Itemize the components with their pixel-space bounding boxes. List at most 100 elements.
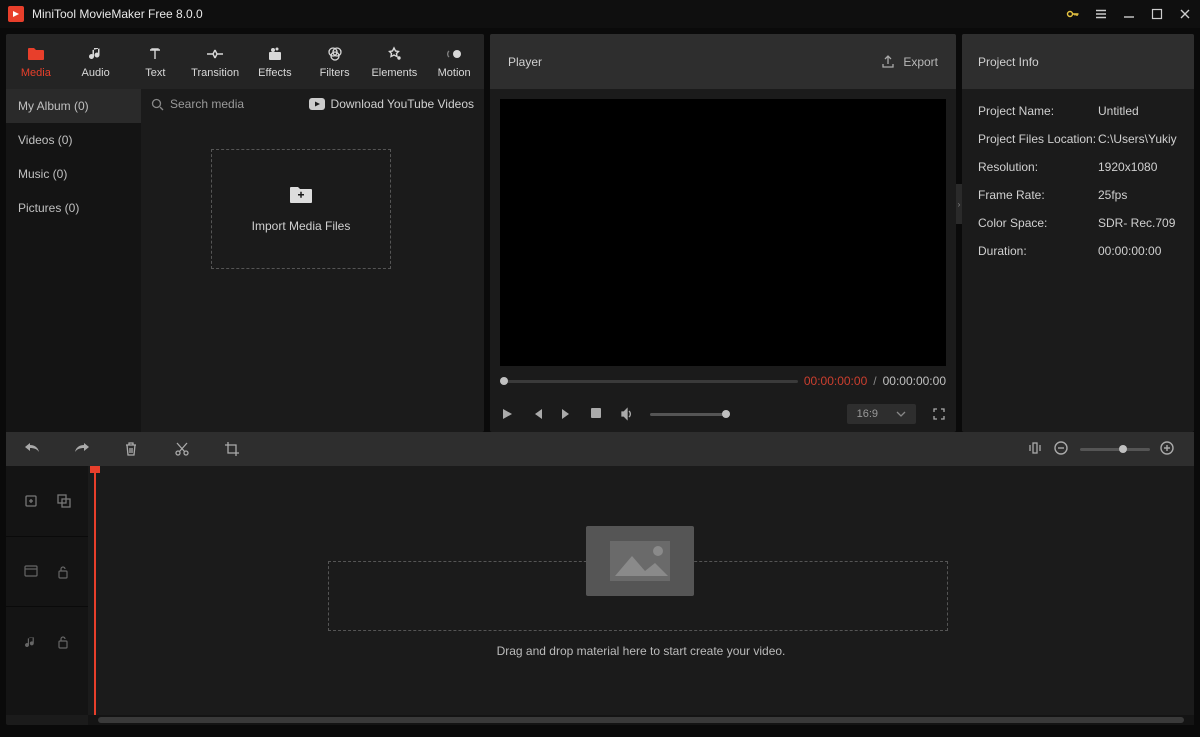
- info-value: 1920x1080: [1098, 160, 1157, 174]
- timeline-track-headers: [6, 466, 88, 715]
- search-icon: [151, 98, 164, 111]
- info-label: Duration:: [978, 244, 1098, 258]
- play-icon[interactable]: [500, 407, 514, 421]
- redo-icon[interactable]: [74, 441, 90, 457]
- search-placeholder: Search media: [170, 97, 244, 111]
- lock-icon[interactable]: [57, 565, 71, 579]
- tab-audio[interactable]: Audio: [66, 34, 126, 89]
- sidebar-item-my-album[interactable]: My Album (0): [6, 89, 141, 123]
- prev-frame-icon[interactable]: [530, 407, 544, 421]
- folder-plus-icon: [289, 185, 313, 205]
- zoom-fit-icon[interactable]: [1028, 441, 1044, 457]
- import-label: Import Media Files: [252, 219, 351, 233]
- player-panel: Player Export 00:00:00:00 / 00:00:00:00 …: [490, 34, 956, 432]
- media-panel: Media Audio Text Transition Effects Filt…: [6, 34, 484, 432]
- zoom-out-icon[interactable]: [1054, 441, 1070, 457]
- sidebar-item-music[interactable]: Music (0): [6, 157, 141, 191]
- key-icon[interactable]: [1066, 7, 1080, 21]
- info-label: Color Space:: [978, 216, 1098, 230]
- download-youtube-label: Download YouTube Videos: [331, 97, 474, 111]
- tab-media[interactable]: Media: [6, 34, 66, 89]
- export-button[interactable]: Export: [881, 55, 938, 69]
- crop-icon[interactable]: [224, 441, 240, 457]
- effects-icon: [266, 45, 284, 63]
- delete-icon[interactable]: [124, 441, 140, 457]
- info-label: Resolution:: [978, 160, 1098, 174]
- info-value: 00:00:00:00: [1098, 244, 1161, 258]
- tab-label: Audio: [82, 67, 110, 79]
- text-icon: [146, 45, 164, 63]
- tab-bar: Media Audio Text Transition Effects Filt…: [6, 34, 484, 89]
- timeline-scrollbar[interactable]: [88, 715, 1194, 725]
- tab-label: Media: [21, 67, 51, 79]
- stop-icon[interactable]: [590, 407, 604, 421]
- fullscreen-icon[interactable]: [932, 407, 946, 421]
- next-frame-icon[interactable]: [560, 407, 574, 421]
- project-info-panel: › Project Info Project Name:Untitled Pro…: [962, 34, 1194, 432]
- titlebar: MiniTool MovieMaker Free 8.0.0: [0, 0, 1200, 28]
- add-track-icon[interactable]: [24, 494, 38, 508]
- playhead[interactable]: [94, 466, 96, 715]
- overlay-icon[interactable]: [57, 494, 71, 508]
- elements-icon: [385, 45, 403, 63]
- audio-track-icon[interactable]: [24, 635, 38, 649]
- import-media-button[interactable]: Import Media Files: [211, 149, 391, 269]
- current-time: 00:00:00:00: [804, 374, 867, 388]
- export-icon: [881, 55, 895, 69]
- total-time: 00:00:00:00: [883, 374, 946, 388]
- folder-icon: [27, 45, 45, 63]
- tab-label: Effects: [258, 67, 291, 79]
- youtube-icon: [309, 98, 325, 110]
- sidebar-item-pictures[interactable]: Pictures (0): [6, 191, 141, 225]
- zoom-slider[interactable]: [1080, 448, 1150, 451]
- player-title: Player: [508, 55, 881, 69]
- maximize-icon[interactable]: [1150, 7, 1164, 21]
- timeline-panel: Drag and drop material here to start cre…: [6, 432, 1194, 725]
- download-youtube-button[interactable]: Download YouTube Videos: [309, 97, 474, 111]
- info-value: C:\Users\Yukiy: [1098, 132, 1177, 146]
- collapse-panel-icon[interactable]: ›: [956, 184, 962, 224]
- tab-effects[interactable]: Effects: [245, 34, 305, 89]
- motion-icon: [445, 45, 463, 63]
- video-track-icon[interactable]: [24, 565, 38, 579]
- tab-label: Motion: [438, 67, 471, 79]
- search-input[interactable]: Search media: [151, 97, 299, 111]
- menu-icon[interactable]: [1094, 7, 1108, 21]
- info-value: Untitled: [1098, 104, 1139, 118]
- time-separator: /: [873, 374, 876, 388]
- volume-slider[interactable]: [650, 413, 730, 416]
- player-progress[interactable]: [500, 380, 798, 383]
- chevron-down-icon: [896, 411, 906, 417]
- tab-label: Elements: [371, 67, 417, 79]
- app-logo: [8, 6, 24, 22]
- transition-icon: [206, 45, 224, 63]
- tab-text[interactable]: Text: [126, 34, 186, 89]
- tab-label: Transition: [191, 67, 239, 79]
- tab-elements[interactable]: Elements: [365, 34, 425, 89]
- tab-filters[interactable]: Filters: [305, 34, 365, 89]
- lock-icon[interactable]: [57, 635, 71, 649]
- info-value: 25fps: [1098, 188, 1127, 202]
- info-value: SDR- Rec.709: [1098, 216, 1175, 230]
- close-icon[interactable]: [1178, 7, 1192, 21]
- undo-icon[interactable]: [24, 441, 40, 457]
- app-title: MiniTool MovieMaker Free 8.0.0: [32, 7, 1066, 21]
- info-label: Project Name:: [978, 104, 1098, 118]
- tab-motion[interactable]: Motion: [424, 34, 484, 89]
- project-info-title: Project Info: [962, 34, 1194, 89]
- timeline-tracks[interactable]: Drag and drop material here to start cre…: [88, 466, 1194, 715]
- player-preview[interactable]: [500, 99, 946, 366]
- tab-label: Filters: [320, 67, 350, 79]
- split-icon[interactable]: [174, 441, 190, 457]
- minimize-icon[interactable]: [1122, 7, 1136, 21]
- tab-transition[interactable]: Transition: [185, 34, 245, 89]
- volume-icon[interactable]: [620, 407, 634, 421]
- media-sidebar: My Album (0) Videos (0) Music (0) Pictur…: [6, 89, 141, 432]
- filters-icon: [326, 45, 344, 63]
- aspect-ratio-select[interactable]: 16:9: [847, 404, 916, 424]
- zoom-in-icon[interactable]: [1160, 441, 1176, 457]
- ratio-value: 16:9: [857, 408, 878, 420]
- sidebar-item-videos[interactable]: Videos (0): [6, 123, 141, 157]
- info-label: Frame Rate:: [978, 188, 1098, 202]
- tab-label: Text: [145, 67, 165, 79]
